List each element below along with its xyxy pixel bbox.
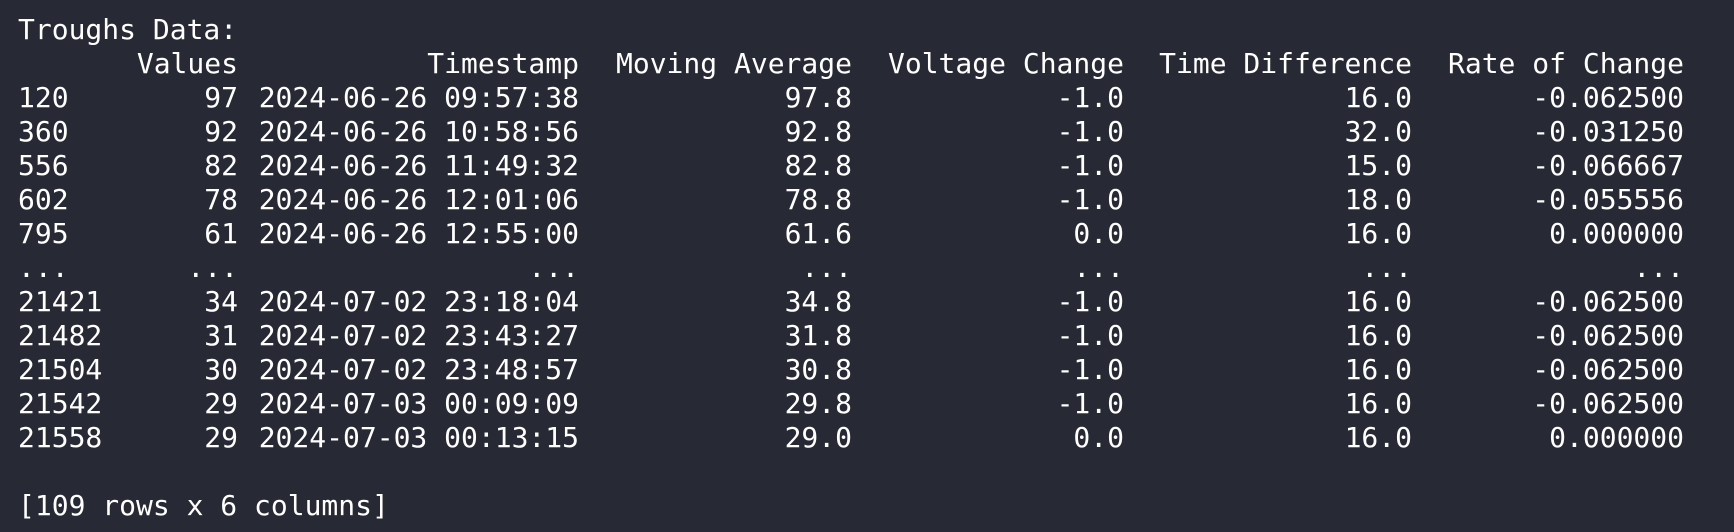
column-header-rate-of-change: Rate of Change: [1447, 47, 1684, 80]
cell-rate-of-change: -0.062500: [1532, 81, 1684, 114]
table-row: 120 97 2024-06-26 09:57:38 97.8 -1.0 16.0 -0.0…: [18, 81, 1734, 115]
table-row: 21482 31 2024-07-02 23:43:27 31.8 -1.0 16.0 -0…: [18, 319, 1734, 353]
cell-rate-of-change: -0.062500: [1532, 285, 1684, 318]
table-body: 120 97 2024-06-26 09:57:38 97.8 -1.0 16.0 -0.0…: [18, 81, 1734, 455]
cell-rate-of-change: -0.031250: [1532, 115, 1684, 148]
table-row: 602 78 2024-06-26 12:01:06 78.8 -1.0 18.0 -0.0…: [18, 183, 1734, 217]
table-summary: [109 rows x 6 columns]: [18, 489, 389, 522]
table-row: 795 61 2024-06-26 12:55:00 61.6 0.0 16.0 0.000…: [18, 217, 1734, 251]
cell-rate-of-change: 0.000000: [1549, 217, 1684, 250]
cell-rate-of-change: -0.062500: [1532, 319, 1684, 352]
terminal-output: Troughs Data: Values Timestamp Moving Av…: [0, 0, 1734, 532]
table-header-row: Values Timestamp Moving Average Voltage …: [18, 47, 1734, 81]
table-row: 21558 29 2024-07-03 00:13:15 29.0 0.0 16.0 0.0…: [18, 421, 1734, 455]
table-row: 21542 29 2024-07-03 00:09:09 29.8 -1.0 16.0 -0…: [18, 387, 1734, 421]
output-title: Troughs Data:: [18, 13, 238, 46]
table-row: .....................: [18, 251, 1734, 285]
table-row: 360 92 2024-06-26 10:58:56 92.8 -1.0 32.0 -0.0…: [18, 115, 1734, 149]
table-row: 21421 34 2024-07-02 23:18:04 34.8 -1.0 16.0 -0…: [18, 285, 1734, 319]
cell-rate-of-change: 0.000000: [1549, 421, 1684, 454]
cell-rate-of-change: -0.062500: [1532, 353, 1684, 386]
cell-rate-of-change: -0.055556: [1532, 183, 1684, 216]
cell-rate-of-change: ...: [1633, 251, 1684, 284]
table-row: 21504 30 2024-07-02 23:48:57 30.8 -1.0 16.0 -0…: [18, 353, 1734, 387]
table-row: 556 82 2024-06-26 11:49:32 82.8 -1.0 15.0 -0.0…: [18, 149, 1734, 183]
cell-rate-of-change: -0.066667: [1532, 149, 1684, 182]
cell-rate-of-change: -0.062500: [1532, 387, 1684, 420]
